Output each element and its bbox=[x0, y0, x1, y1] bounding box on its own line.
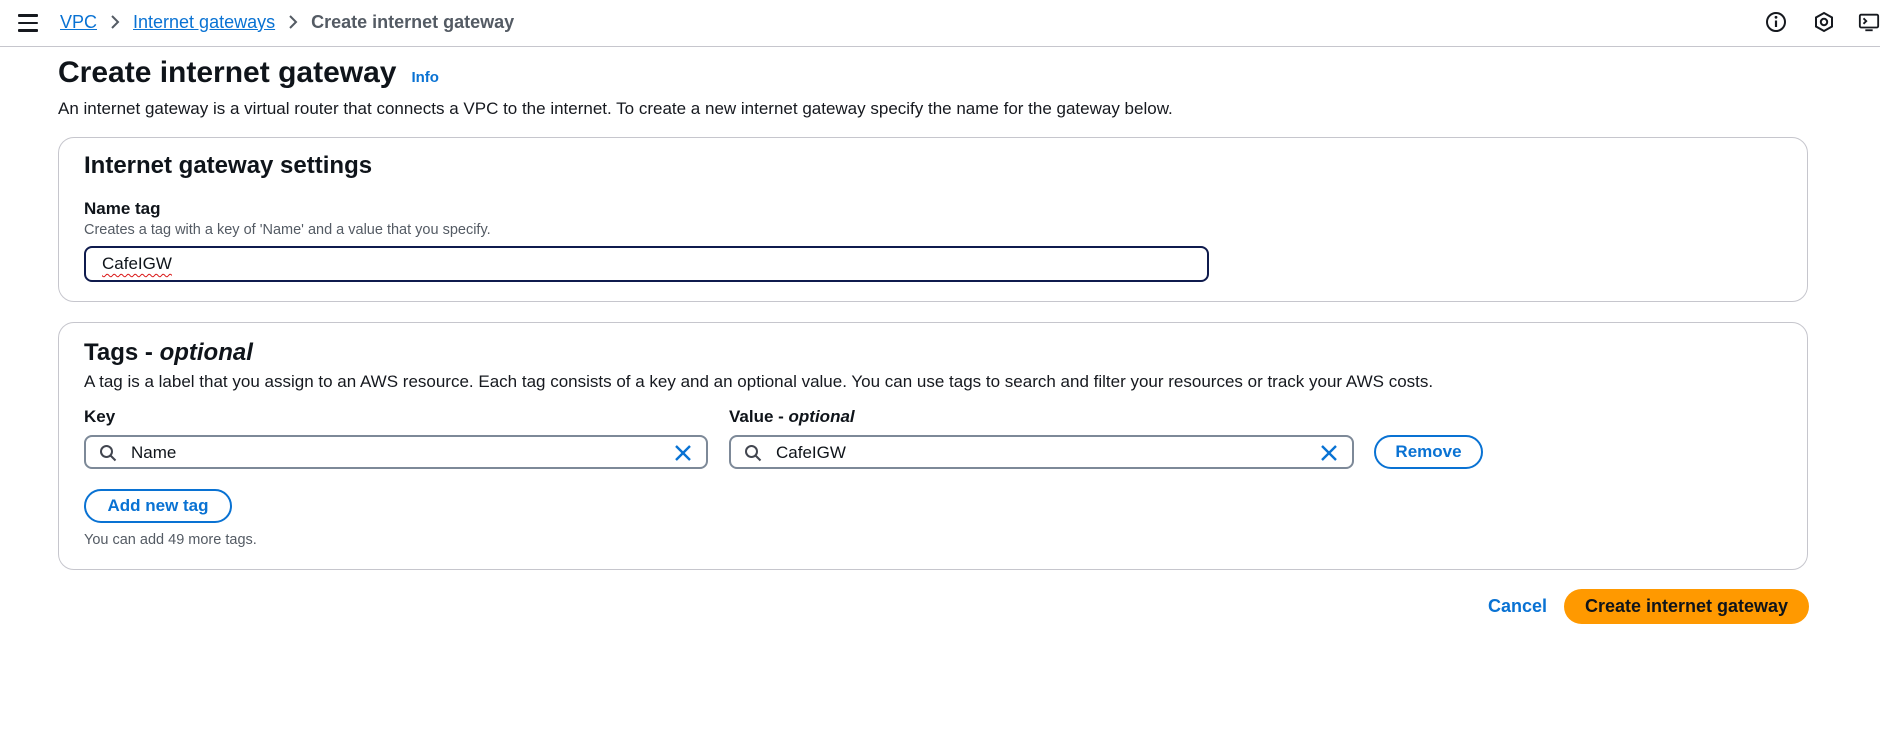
cancel-button[interactable]: Cancel bbox=[1488, 596, 1547, 617]
tag-value-value: CafeIGW bbox=[776, 443, 846, 462]
search-icon bbox=[745, 445, 762, 462]
top-navigation-bar: VPC Internet gateways Create internet ga… bbox=[0, 0, 1880, 47]
tags-panel: Tags - optional A tag is a label that yo… bbox=[58, 322, 1808, 570]
hamburger-menu-icon[interactable] bbox=[14, 9, 42, 37]
tags-heading: Tags - optional bbox=[84, 339, 253, 366]
breadcrumb-vpc[interactable]: VPC bbox=[60, 12, 97, 33]
info-circle-icon[interactable] bbox=[1762, 8, 1790, 36]
tags-description: A tag is a label that you assign to an A… bbox=[84, 372, 1434, 391]
tag-value-input[interactable]: CafeIGW bbox=[729, 435, 1354, 469]
tag-key-input[interactable]: Name bbox=[84, 435, 708, 469]
breadcrumb-current: Create internet gateway bbox=[311, 11, 515, 32]
header-tools bbox=[1762, 8, 1880, 36]
create-internet-gateway-button[interactable]: Create internet gateway bbox=[1564, 589, 1809, 624]
breadcrumb: VPC Internet gateways Create internet ga… bbox=[60, 10, 514, 34]
name-tag-input[interactable]: CafeIGW bbox=[84, 246, 1209, 282]
remove-tag-button[interactable]: Remove bbox=[1374, 435, 1483, 469]
settings-hex-icon[interactable] bbox=[1810, 8, 1838, 36]
info-link[interactable]: Info bbox=[411, 69, 439, 86]
clear-icon[interactable] bbox=[672, 442, 694, 464]
key-label: Key bbox=[84, 407, 116, 426]
cloudshell-icon[interactable] bbox=[1858, 8, 1880, 36]
page-description: An internet gateway is a virtual router … bbox=[58, 99, 1173, 118]
chevron-right-icon bbox=[109, 14, 121, 30]
add-new-tag-button[interactable]: Add new tag bbox=[84, 489, 232, 523]
name-tag-label: Name tag bbox=[84, 199, 161, 218]
breadcrumb-internet-gateways[interactable]: Internet gateways bbox=[133, 12, 275, 33]
value-label: Value - optional bbox=[729, 407, 855, 426]
search-icon bbox=[100, 445, 117, 462]
internet-gateway-settings-panel: Internet gateway settings Name tag Creat… bbox=[58, 137, 1808, 302]
page-title: Create internet gateway bbox=[58, 56, 397, 89]
clear-icon[interactable] bbox=[1318, 442, 1340, 464]
name-tag-hint: Creates a tag with a key of 'Name' and a… bbox=[84, 222, 491, 238]
page-header: Create internet gateway Info bbox=[58, 56, 439, 90]
chevron-right-icon bbox=[287, 14, 299, 30]
settings-heading: Internet gateway settings bbox=[84, 152, 373, 179]
tag-limit-hint: You can add 49 more tags. bbox=[84, 532, 257, 548]
name-tag-value: CafeIGW bbox=[102, 254, 172, 273]
tag-key-value: Name bbox=[131, 443, 177, 462]
